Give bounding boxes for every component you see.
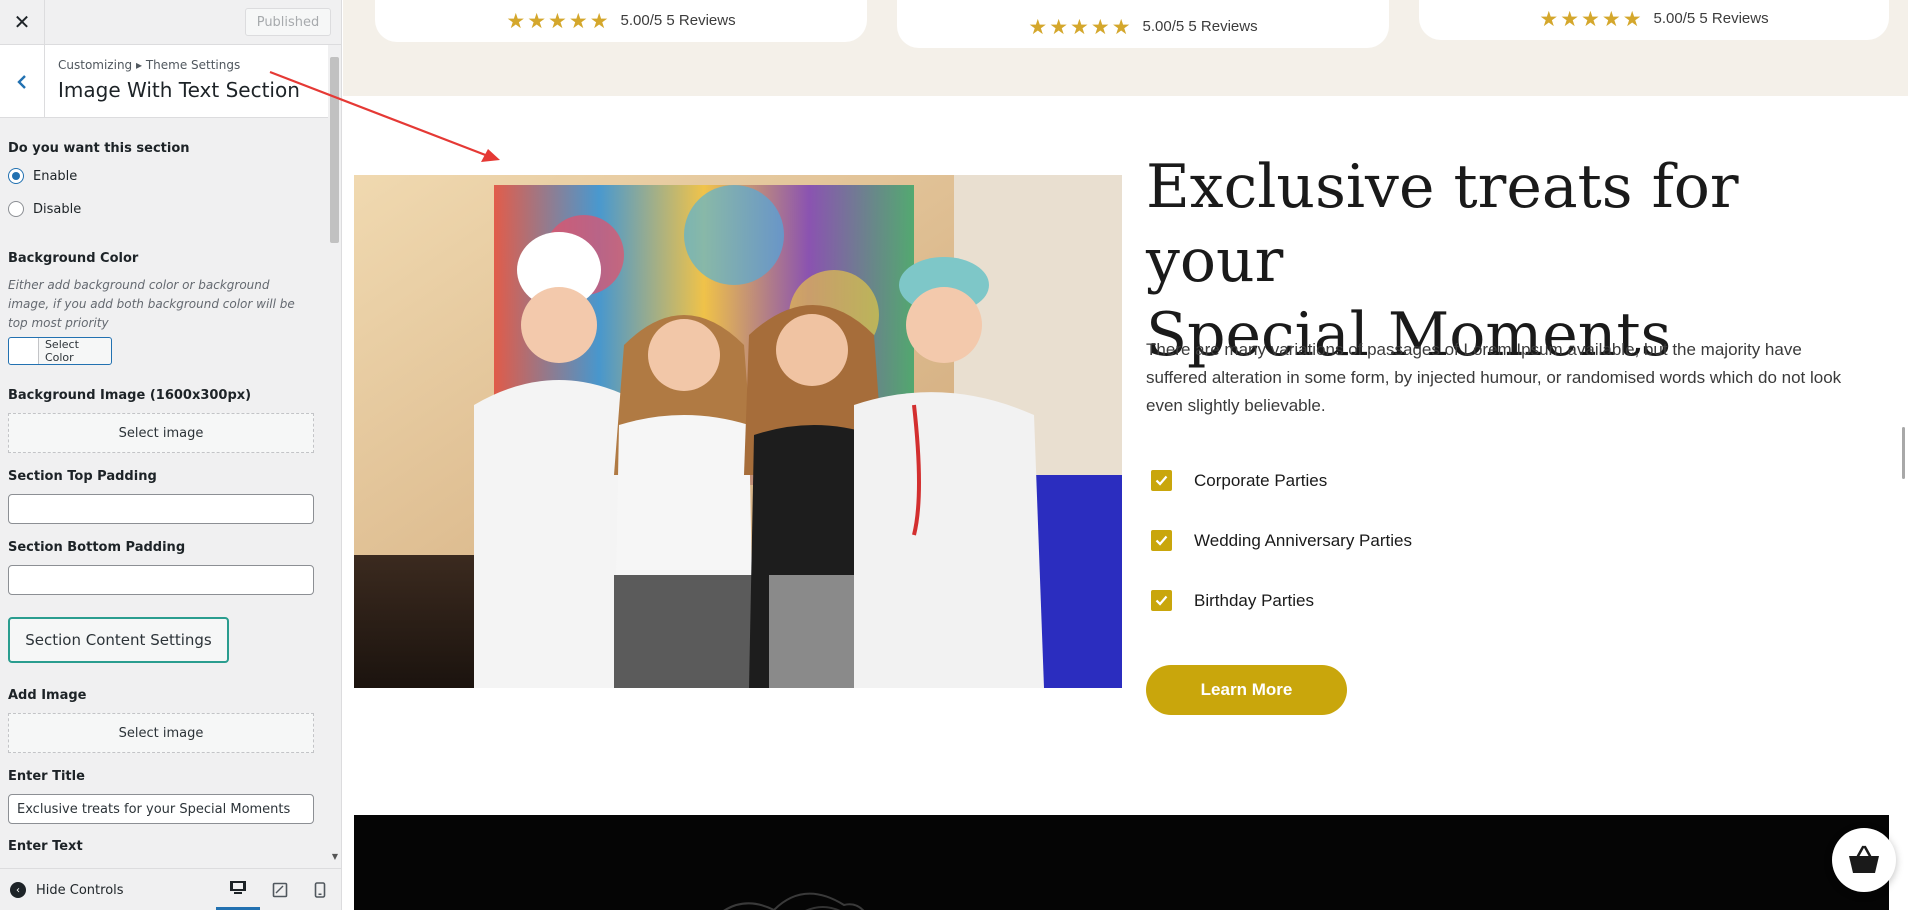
radio-disable-dot[interactable] [8,201,24,217]
review-rating-text: 5.00/5 5 Reviews [1142,18,1258,35]
check-icon [1151,590,1172,611]
feature-label: Wedding Anniversary Parties [1194,530,1412,550]
star-icon: ★★★★★ [1539,7,1644,31]
add-image-label: Add Image [8,688,87,703]
preview-tablet-button[interactable] [258,869,302,910]
bottom-padding-label: Section Bottom Padding [8,540,186,555]
feature-item: Wedding Anniversary Parties [1151,530,1412,551]
radio-enable-dot[interactable] [8,168,24,184]
reviews-band: ★★★★★ 5.00/5 5 Reviews ★★★★★ 5.00/5 5 Re… [343,0,1908,96]
radio-disable-label: Disable [33,201,82,217]
sidebar-scrollbar-thumb[interactable] [330,57,339,243]
dark-section-band [354,815,1889,910]
bg-color-label: Background Color [8,251,139,266]
site-preview: ★★★★★ 5.00/5 5 Reviews ★★★★★ 5.00/5 5 Re… [343,0,1908,910]
enter-title-label: Enter Title [8,769,85,784]
radio-enable-label: Enable [33,168,78,184]
select-bg-image-button[interactable]: Select image [8,413,314,453]
star-icon: ★★★★★ [1028,15,1133,39]
cart-basket-button[interactable] [1832,828,1896,892]
review-rating-text: 5.00/5 5 Reviews [1653,10,1769,27]
section-title: Image With Text Section [58,78,300,102]
select-color-label: Select Color [44,338,79,364]
radio-enable[interactable]: Enable [8,168,77,184]
breadcrumb: Customizing ▸ Theme Settings [58,58,241,72]
review-card: ★★★★★ 5.00/5 5 Reviews [1419,0,1889,40]
published-button[interactable]: Published [245,8,331,36]
select-color-button[interactable]: Select Color [8,337,112,365]
review-card: ★★★★★ 5.00/5 5 Reviews [375,0,867,42]
enter-title-input[interactable]: Exclusive treats for your Special Moment… [8,794,314,824]
desktop-icon [230,881,246,894]
hide-controls-icon: ‹ [10,882,26,898]
review-card: ★★★★★ 5.00/5 5 Reviews [897,0,1389,48]
customizer-topbar: ✕ Published [0,0,341,45]
tablet-icon [272,882,288,898]
want-section-label: Do you want this section [8,141,190,156]
section-heading-line-1: Exclusive treats for your [1146,152,1739,296]
check-icon [1151,470,1172,491]
hide-controls-button[interactable]: ‹ Hide Controls [10,882,124,898]
check-icon [1151,530,1172,551]
bottom-padding-input[interactable] [8,565,314,595]
bg-image-label: Background Image (1600x300px) [8,388,252,403]
section-body-text: There are many variations of passages of… [1146,340,1842,415]
preview-scrollbar-thumb[interactable] [1902,427,1905,479]
decorative-sketch-icon [723,892,865,910]
learn-more-button[interactable]: Learn More [1146,665,1347,715]
mobile-icon [314,882,326,898]
close-icon: ✕ [13,10,31,34]
feature-item: Birthday Parties [1151,590,1314,611]
chevron-left-icon [17,74,26,89]
add-image-button[interactable]: Select image [8,713,314,753]
party-photo [354,175,1122,688]
top-padding-label: Section Top Padding [8,469,157,484]
star-icon: ★★★★★ [506,9,611,33]
top-padding-input[interactable] [8,494,314,524]
preview-mobile-button[interactable] [298,869,341,910]
enter-text-label: Enter Text [8,839,83,854]
section-header: Customizing ▸ Theme Settings Image With … [0,45,328,118]
preview-desktop-button[interactable] [216,869,260,910]
section-content-settings-button[interactable]: Section Content Settings [8,617,229,663]
scroll-down-arrow-icon[interactable]: ▼ [330,852,340,862]
feature-label: Birthday Parties [1194,590,1314,610]
review-rating-text: 5.00/5 5 Reviews [620,12,736,29]
basket-icon [1849,845,1879,873]
color-swatch [9,338,39,364]
back-button[interactable] [0,45,45,118]
customizer-sidebar: ✕ Published Customizing ▸ Theme Settings… [0,0,342,910]
close-customizer-button[interactable]: ✕ [0,0,45,44]
customizer-footer: ‹ Hide Controls [0,868,341,910]
feature-label: Corporate Parties [1194,470,1328,490]
hide-controls-label: Hide Controls [36,882,124,898]
bg-color-description: Either add background color or backgroun… [8,278,295,330]
feature-item: Corporate Parties [1151,470,1327,491]
radio-disable[interactable]: Disable [8,201,81,217]
